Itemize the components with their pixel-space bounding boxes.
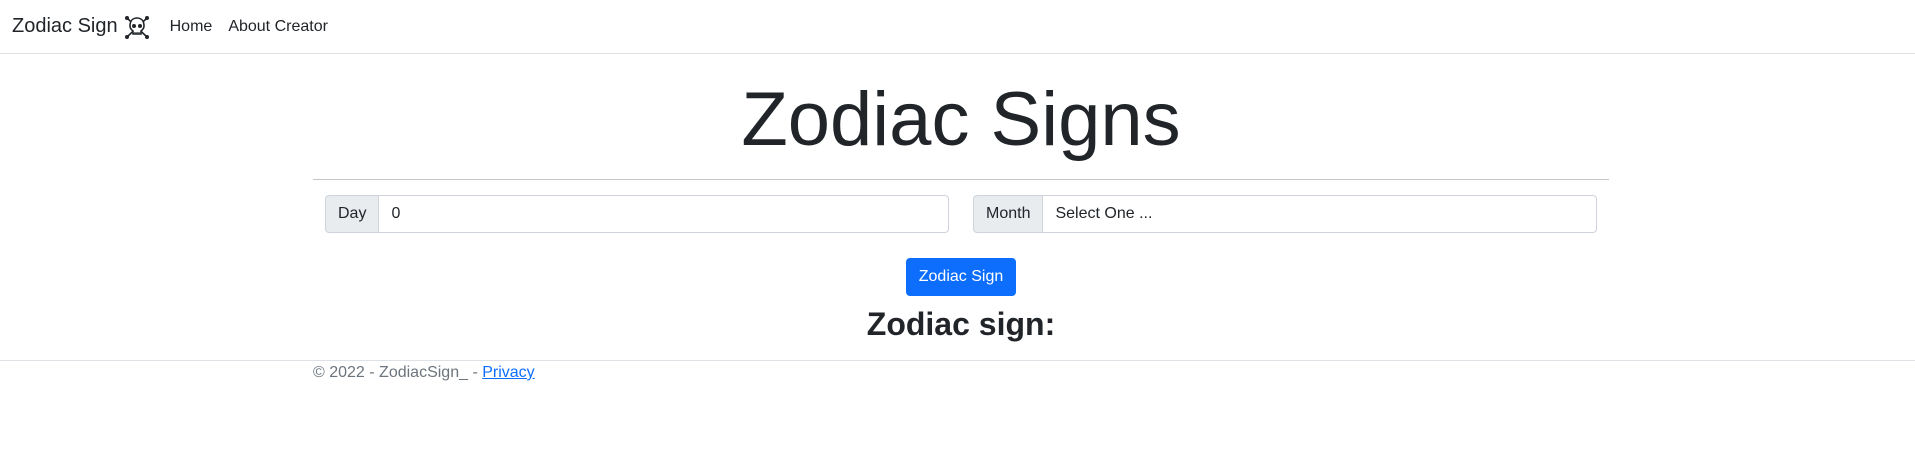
skull-crossbones-icon (124, 14, 150, 40)
main-content: Zodiac Signs Day 0 Month Select One ... … (313, 54, 1609, 343)
brand-link[interactable]: Zodiac Sign (12, 14, 150, 40)
month-input-group: Month Select One ... (973, 195, 1597, 233)
day-label: Day (325, 195, 379, 233)
brand-text: Zodiac Sign (12, 15, 118, 37)
footer-text-container: © 2022 - ZodiacSign_ - Privacy (313, 364, 535, 382)
zodiac-result: Zodiac sign: (866, 306, 1056, 342)
nav-about-creator[interactable]: About Creator (228, 18, 328, 36)
privacy-link[interactable]: Privacy (482, 364, 534, 381)
month-label: Month (973, 195, 1043, 233)
form-row: Day 0 Month Select One ... (313, 195, 1609, 233)
nav-home[interactable]: Home (170, 18, 213, 36)
footer-copyright: © 2022 - ZodiacSign_ - (313, 364, 483, 381)
footer: © 2022 - ZodiacSign_ - Privacy (0, 360, 1915, 400)
month-select[interactable]: Select One ... (1042, 195, 1597, 233)
day-input[interactable]: 0 (378, 195, 949, 233)
divider (313, 179, 1609, 180)
page-title: Zodiac Signs (741, 77, 1181, 162)
day-input-group: Day 0 (325, 195, 949, 233)
zodiac-sign-button[interactable]: Zodiac Sign (905, 258, 1017, 296)
navbar: Zodiac Sign Home About Creator (0, 0, 1915, 54)
